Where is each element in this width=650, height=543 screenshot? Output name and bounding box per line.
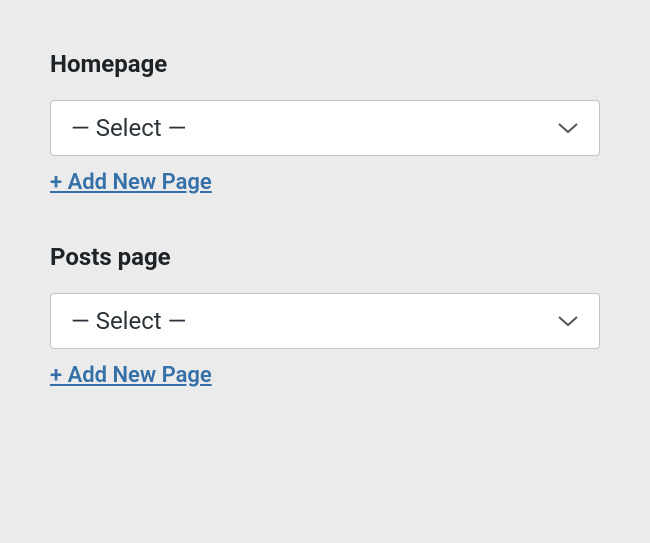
homepage-field-group: Homepage — Select — + Add New Page xyxy=(50,50,600,195)
homepage-add-new-page-link[interactable]: + Add New Page xyxy=(50,170,212,195)
posts-page-field-group: Posts page — Select — + Add New Page xyxy=(50,243,600,388)
chevron-down-icon xyxy=(557,117,579,139)
posts-page-select-value: — Select — xyxy=(71,307,557,335)
homepage-label: Homepage xyxy=(50,50,600,78)
homepage-select[interactable]: — Select — xyxy=(50,100,600,156)
homepage-select-value: — Select — xyxy=(71,114,557,142)
posts-page-label: Posts page xyxy=(50,243,600,271)
chevron-down-icon xyxy=(557,310,579,332)
posts-page-select[interactable]: — Select — xyxy=(50,293,600,349)
posts-page-add-new-page-link[interactable]: + Add New Page xyxy=(50,363,212,388)
